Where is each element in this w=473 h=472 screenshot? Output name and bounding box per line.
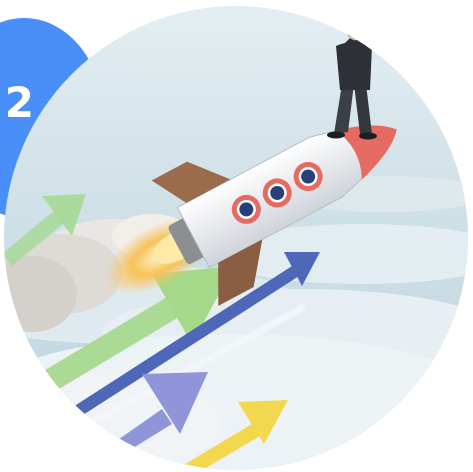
hero-image (2, 4, 470, 472)
page: 2 (0, 0, 473, 472)
hero-illustration (4, 6, 468, 470)
